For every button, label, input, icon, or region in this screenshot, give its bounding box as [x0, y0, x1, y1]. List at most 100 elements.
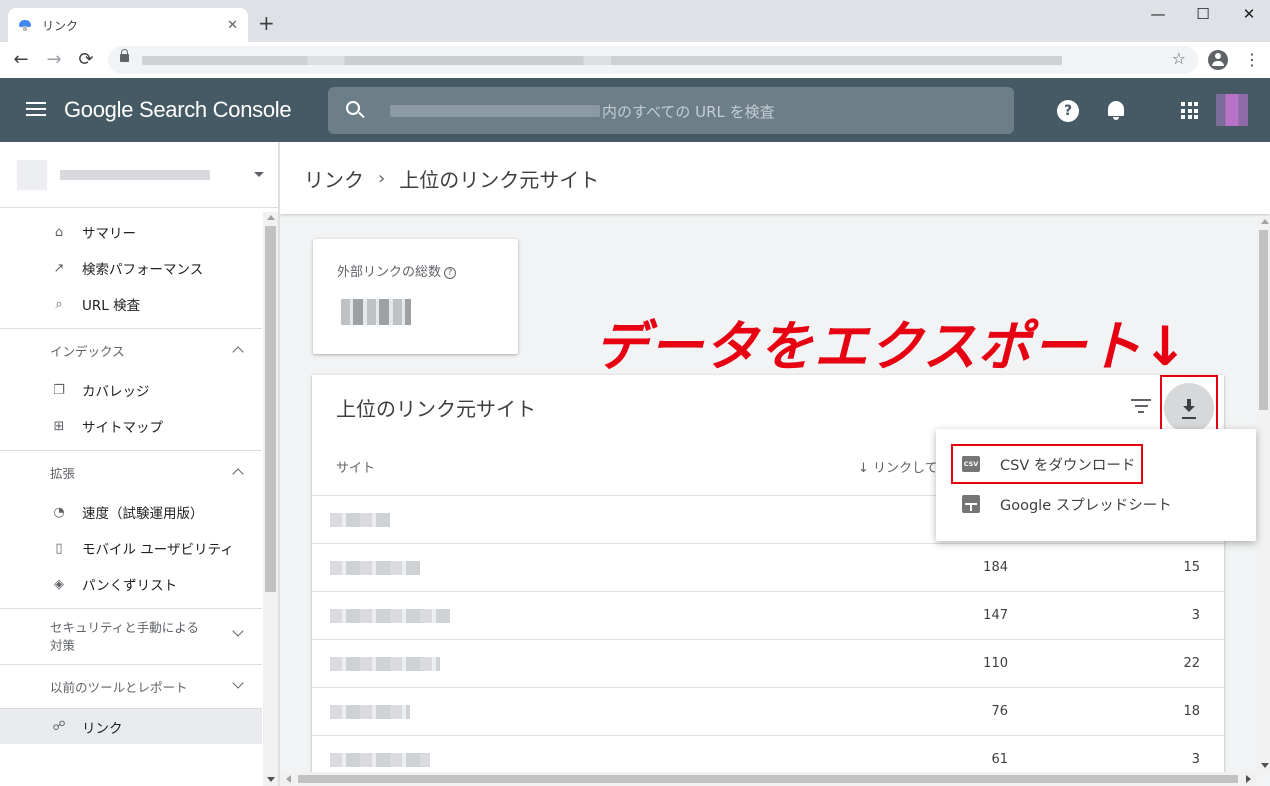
sidebar-nav: ⌂ サマリー ↗ 検索パフォーマンス ⌕ URL 検査 インデックス ❐ カバレ… — [0, 208, 262, 744]
property-selector[interactable] — [0, 142, 278, 208]
section-legacy-tools[interactable]: 以前のツールとレポート — [0, 664, 262, 708]
sidebar-item-label: 検索パフォーマンス — [82, 262, 204, 278]
target-pages-value: 22 — [1183, 656, 1200, 671]
sidebar-item-mobile-usability[interactable]: ▯ モバイル ユーザビリティ — [0, 530, 262, 566]
profile-icon[interactable] — [1208, 50, 1228, 70]
table-row[interactable]: 147 3 — [312, 591, 1224, 639]
search-console-favicon-icon — [18, 18, 32, 32]
back-button[interactable]: ← — [9, 48, 33, 72]
browser-menu-icon[interactable]: ⋮ — [1244, 50, 1260, 69]
sidebar-item-label: リンク — [82, 720, 123, 737]
section-label: 拡張 — [50, 466, 76, 481]
export-annotation: データをエクスポート↓ — [594, 315, 1189, 378]
sidebar-item-summary[interactable]: ⌂ サマリー — [0, 214, 262, 250]
url-inspect-search[interactable]: 内のすべての URL を検査 — [328, 87, 1014, 134]
download-icon — [1183, 399, 1195, 415]
linking-pages-value: 61 — [991, 752, 1008, 767]
tab-title: リンク — [42, 18, 79, 33]
section-label: セキュリティと手動による 対策 — [50, 619, 199, 653]
target-pages-value: 3 — [1191, 608, 1200, 623]
linking-pages-value: 110 — [983, 656, 1008, 671]
maximize-button[interactable]: ☐ — [1180, 4, 1226, 24]
account-avatar[interactable] — [1216, 94, 1248, 126]
blurred-site — [330, 609, 450, 623]
chevron-down-icon — [232, 677, 244, 689]
filter-icon[interactable] — [1131, 399, 1151, 415]
sidebar-item-label: URL 検査 — [82, 298, 141, 314]
sidebar-item-sitemaps[interactable]: ⊞ サイトマップ — [0, 408, 262, 444]
browser-tabstrip: リンク ✕ + — ☐ ✕ — [0, 0, 1270, 42]
breadcrumb-parent-link[interactable]: リンク — [304, 164, 364, 193]
sidebar-item-performance[interactable]: ↗ 検索パフォーマンス — [0, 250, 262, 286]
search-placeholder: 内のすべての URL を検査 — [602, 103, 775, 121]
section-index[interactable]: インデックス — [0, 328, 262, 372]
notifications-bell-icon[interactable] — [1106, 99, 1126, 121]
sidebar-item-url-inspection[interactable]: ⌕ URL 検査 — [0, 286, 262, 322]
apps-grid-icon[interactable] — [1181, 102, 1198, 119]
new-tab-button[interactable]: + — [258, 13, 275, 33]
linking-pages-value: 184 — [983, 560, 1008, 575]
main-horizontal-scrollbar[interactable] — [280, 772, 1257, 786]
tab-close-icon[interactable]: ✕ — [227, 18, 238, 33]
target-pages-value: 3 — [1191, 752, 1200, 767]
property-favicon — [17, 160, 47, 190]
app-brand[interactable]: Google Search Console — [64, 97, 292, 123]
forward-button[interactable]: → — [42, 48, 66, 72]
hamburger-icon[interactable] — [26, 102, 46, 118]
spreadsheet-icon — [962, 495, 980, 513]
table-row[interactable]: 184 15 — [312, 543, 1224, 591]
main-vertical-scrollbar[interactable] — [1257, 216, 1270, 772]
column-header-site[interactable]: サイト — [336, 457, 375, 476]
menu-item-label: CSV をダウンロード — [1000, 457, 1136, 474]
address-bar[interactable]: ☆ — [108, 46, 1198, 74]
sidebar-item-label: 速度（試験運用版） — [82, 506, 204, 522]
sidebar-item-label: サマリー — [82, 226, 136, 242]
section-security[interactable]: セキュリティと手動による 対策 — [0, 608, 262, 664]
lock-icon — [120, 49, 129, 62]
reload-button[interactable]: ⟳ — [74, 48, 98, 72]
blurred-site — [330, 753, 430, 767]
breadcrumb-separator-icon: › — [378, 167, 386, 189]
help-icon[interactable]: ? — [1057, 100, 1079, 122]
browser-tab[interactable]: リンク ✕ — [8, 8, 248, 42]
download-csv-menu-item[interactable]: CSV CSV をダウンロード — [936, 444, 1256, 484]
csv-file-icon: CSV — [962, 456, 980, 472]
blurred-site — [330, 705, 410, 719]
export-button[interactable] — [1164, 383, 1214, 433]
main-content: リンク › 上位のリンク元サイト 外部リンクの総数? データをエクスポート↓ 上… — [280, 142, 1270, 786]
linking-pages-value: 76 — [991, 704, 1008, 719]
column-header-links[interactable]: ↓ リンクして — [858, 457, 938, 476]
sidebar-item-breadcrumbs[interactable]: ◈ パンくずリスト — [0, 566, 262, 602]
table-row[interactable]: 110 22 — [312, 639, 1224, 687]
speed-gauge-icon: ◔ — [53, 504, 65, 520]
section-enhancements[interactable]: 拡張 — [0, 450, 262, 494]
trending-up-icon: ↗ — [53, 260, 65, 276]
section-label: 以前のツールとレポート — [50, 680, 188, 695]
target-pages-value: 15 — [1183, 560, 1200, 575]
sidebar-item-coverage[interactable]: ❐ カバレッジ — [0, 372, 262, 408]
chevron-down-icon — [232, 625, 244, 637]
close-window-button[interactable]: ✕ — [1226, 4, 1270, 24]
sidebar: ⌂ サマリー ↗ 検索パフォーマンス ⌕ URL 検査 インデックス ❐ カバレ… — [0, 142, 279, 786]
blurred-total-value — [341, 299, 411, 325]
sidebar-scrollbar[interactable] — [263, 212, 278, 786]
google-sheets-menu-item[interactable]: Google スプレッドシート — [936, 484, 1256, 524]
sidebar-item-links[interactable]: ☍ リンク — [0, 708, 262, 744]
sidebar-item-speed[interactable]: ◔ 速度（試験運用版） — [0, 494, 262, 530]
home-icon: ⌂ — [54, 224, 64, 240]
table-row[interactable]: 76 18 — [312, 687, 1224, 735]
blurred-property-name — [60, 170, 210, 180]
search-icon — [346, 101, 360, 115]
linking-pages-value: 147 — [983, 608, 1008, 623]
sidebar-item-label: カバレッジ — [82, 384, 150, 400]
bookmark-star-icon[interactable]: ☆ — [1172, 49, 1186, 68]
card-title: 上位のリンク元サイト — [336, 397, 536, 421]
breadcrumb: リンク › 上位のリンク元サイト — [280, 142, 1270, 214]
mobile-phone-icon: ▯ — [55, 540, 63, 556]
sitemap-icon: ⊞ — [53, 418, 65, 434]
section-label: インデックス — [50, 344, 125, 359]
minimize-button[interactable]: — — [1135, 4, 1181, 24]
layers-icon: ◈ — [54, 576, 64, 592]
app-header: Google Search Console 内のすべての URL を検査 ? — [0, 78, 1270, 142]
help-icon[interactable]: ? — [444, 267, 457, 279]
